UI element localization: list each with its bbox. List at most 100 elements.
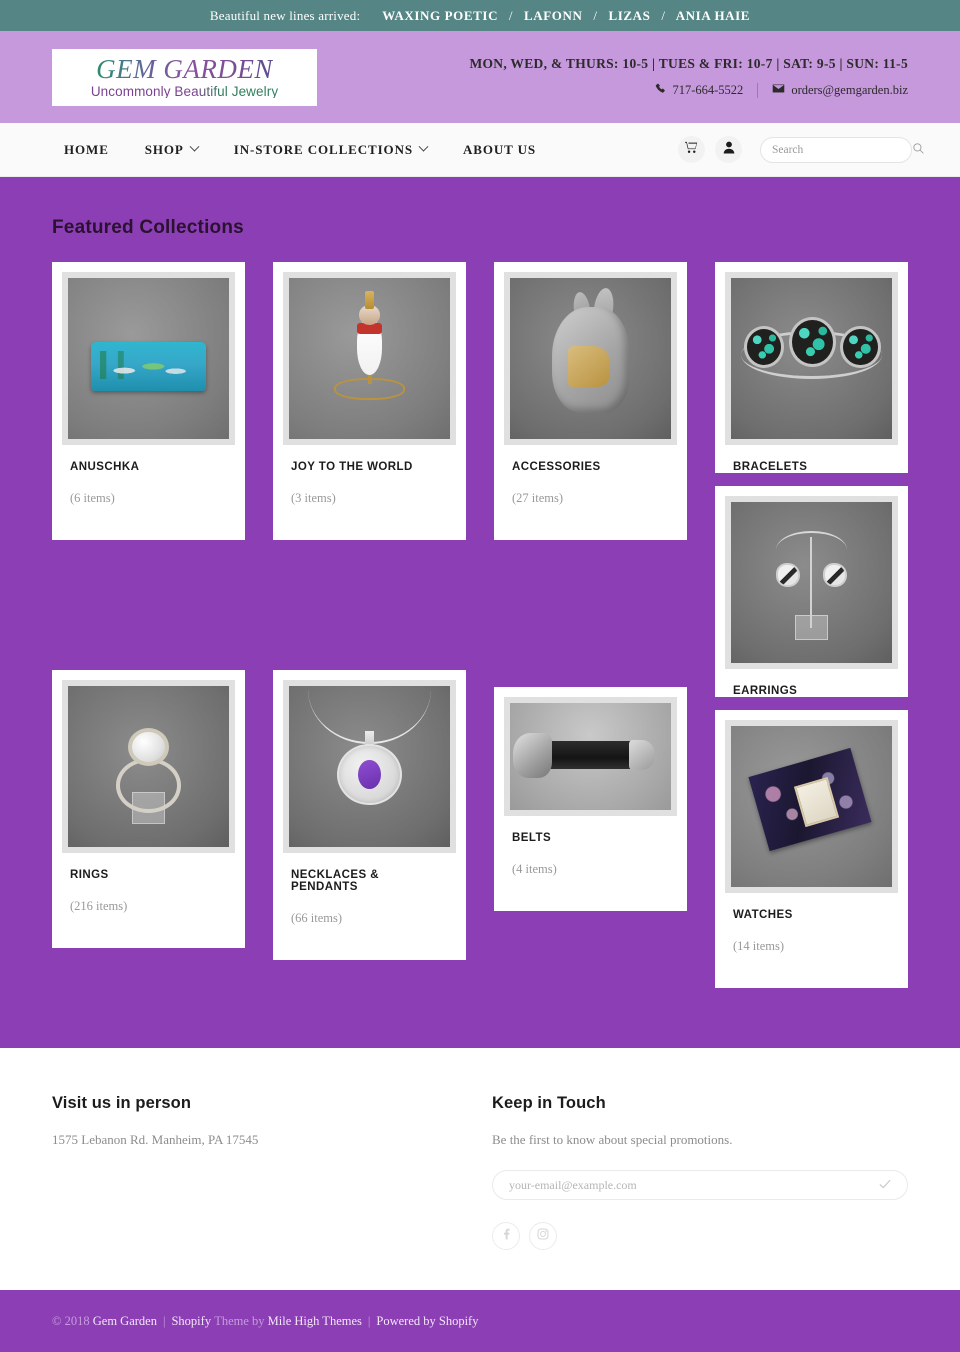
nav-item-label: SHOP xyxy=(144,141,184,157)
search-icon[interactable] xyxy=(913,141,924,159)
newsletter-email-input[interactable] xyxy=(509,1177,879,1193)
brand-link-lizas[interactable]: LIZAS xyxy=(608,8,650,23)
shopping-cart-icon xyxy=(685,141,698,159)
footer-heading-keep-in-touch: Keep in Touch xyxy=(492,1094,606,1112)
announcement-brands: WAXING POETIC / LAFONN / LIZAS / ANIA HA… xyxy=(382,8,750,24)
collection-card-necklaces-pendants[interactable]: NECKLACES & PENDANTS (66 items) xyxy=(273,670,466,960)
featured-collections-section: Featured Collections ANUSCHKA (6 items) xyxy=(0,177,960,1048)
collection-image-anuschka xyxy=(62,272,235,445)
collection-title: WATCHES xyxy=(733,909,793,921)
collection-card-watches[interactable]: WATCHES (14 items) xyxy=(715,710,908,988)
collections-column: BRACELETS EARRINGS WATCHES (14 items) xyxy=(715,262,908,988)
collection-card-earrings[interactable]: EARRINGS xyxy=(715,486,908,697)
collections-column: ANUSCHKA (6 items) RINGS (216 items) xyxy=(52,262,245,988)
powered-by-shopify-link[interactable]: Powered by Shopify xyxy=(376,1314,478,1329)
header-contact: 717-664-5522 orders@gemgarden.biz xyxy=(469,83,908,98)
collection-image-joy-to-the-world xyxy=(283,272,456,445)
collection-card-joy-to-the-world[interactable]: JOY TO THE WORLD (3 items) xyxy=(273,262,466,540)
brand-link-lafonn[interactable]: LAFONN xyxy=(524,8,583,23)
copyright-store-link[interactable]: Gem Garden xyxy=(93,1314,157,1329)
collection-image-wrap xyxy=(715,262,908,445)
collection-card-bracelets[interactable]: BRACELETS xyxy=(715,262,908,473)
checkmark-icon[interactable] xyxy=(879,1176,891,1194)
email-address: orders@gemgarden.biz xyxy=(791,83,908,97)
collection-count: (66 items) xyxy=(291,911,343,925)
brand-separator: / xyxy=(508,7,514,23)
collection-image-bracelets xyxy=(725,272,898,445)
site-header: GEM GARDEN Uncommonly Beautiful Jewelry … xyxy=(0,31,960,123)
phone-link[interactable]: 717-664-5522 xyxy=(655,83,743,98)
facebook-link[interactable] xyxy=(492,1222,520,1250)
collection-title: JOY TO THE WORLD xyxy=(291,461,413,473)
brand-link-ania-haie[interactable]: ANIA HAIE xyxy=(676,8,750,23)
site-logo[interactable]: GEM GARDEN Uncommonly Beautiful Jewelry xyxy=(52,48,317,106)
contact-divider xyxy=(757,83,759,98)
collection-image-wrap xyxy=(52,262,245,445)
collection-card-rings[interactable]: RINGS (216 items) xyxy=(52,670,245,948)
collection-card-belts[interactable]: BELTS (4 items) xyxy=(494,687,687,911)
newsletter-form[interactable] xyxy=(492,1170,908,1200)
theme-by-text: Theme by xyxy=(214,1313,265,1328)
announcement-intro: Beautiful new lines arrived: xyxy=(209,7,361,23)
collection-image-wrap xyxy=(494,687,687,816)
collection-title: RINGS xyxy=(70,869,109,881)
collection-image-necklaces-pendants xyxy=(283,680,456,853)
collection-title: ACCESSORIES xyxy=(512,461,601,473)
header-info: MON, WED, & THURS: 10-5 | TUES & FRI: 10… xyxy=(469,56,908,98)
collection-count: (4 items) xyxy=(512,861,557,876)
collection-image-belts xyxy=(504,697,677,816)
collection-image-wrap xyxy=(715,710,908,893)
nav-item-shop[interactable]: SHOP xyxy=(127,142,216,158)
cart-button[interactable] xyxy=(678,136,705,163)
footer-newsletter-column: Keep in Touch Be the first to know about… xyxy=(492,1094,908,1250)
collection-count: (3 items) xyxy=(291,491,336,505)
search-input[interactable] xyxy=(772,143,913,156)
store-address: 1575 Lebanon Rd. Manheim, PA 17545 xyxy=(52,1132,259,1147)
collection-image-rings xyxy=(62,680,235,853)
nav-actions xyxy=(678,136,924,163)
email-link[interactable]: orders@gemgarden.biz xyxy=(772,83,908,98)
nav-item-label: ABOUT US xyxy=(463,141,537,157)
collection-title: EARRINGS xyxy=(733,685,798,697)
user-account-icon xyxy=(723,141,735,159)
announcement-bar: Beautiful new lines arrived: WAXING POET… xyxy=(0,0,960,31)
search-box[interactable] xyxy=(760,136,924,163)
collection-title: BELTS xyxy=(512,831,552,844)
collection-image-accessories xyxy=(504,272,677,445)
site-footer: Visit us in person 1575 Lebanon Rd. Manh… xyxy=(0,1048,960,1290)
copyright-pipe: | xyxy=(162,1313,166,1328)
collection-count: (14 items) xyxy=(733,939,785,953)
collection-count: (216 items) xyxy=(70,899,128,913)
envelope-icon xyxy=(772,83,785,98)
theme-author-link[interactable]: Mile High Themes xyxy=(268,1314,362,1329)
logo-wordmark: GEM GARDEN xyxy=(96,53,273,84)
brand-separator: / xyxy=(661,7,666,23)
nav-item-label: HOME xyxy=(64,141,109,157)
collections-column: ACCESSORIES (27 items) BELTS (4 items) xyxy=(494,262,687,988)
logo-tagline: Uncommonly Beautiful Jewelry xyxy=(90,83,279,99)
collection-image-wrap xyxy=(715,486,908,669)
collection-image-earrings xyxy=(725,496,898,669)
chevron-down-icon xyxy=(189,141,200,152)
nav-item-in-store-collections[interactable]: IN-STORE COLLECTIONS xyxy=(216,142,445,158)
collection-image-wrap xyxy=(494,262,687,445)
chevron-down-icon xyxy=(418,141,429,152)
newsletter-description: Be the first to know about special promo… xyxy=(492,1132,733,1147)
collection-title: ANUSCHKA xyxy=(70,461,140,473)
collection-image-wrap xyxy=(52,670,245,853)
collection-card-accessories[interactable]: ACCESSORIES (27 items) xyxy=(494,262,687,540)
shopify-link[interactable]: Shopify xyxy=(171,1314,211,1329)
brand-link-waxing-poetic[interactable]: WAXING POETIC xyxy=(382,8,498,23)
nav-item-label: IN-STORE COLLECTIONS xyxy=(233,141,413,157)
copyright-year: © 2018 xyxy=(52,1313,90,1328)
instagram-link[interactable] xyxy=(529,1222,557,1250)
collection-image-watches xyxy=(725,720,898,893)
nav-item-home[interactable]: HOME xyxy=(52,142,127,158)
account-button[interactable] xyxy=(715,136,742,163)
nav-item-about-us[interactable]: ABOUT US xyxy=(445,142,554,158)
collection-card-anuschka[interactable]: ANUSCHKA (6 items) xyxy=(52,262,245,540)
copyright-pipe: | xyxy=(367,1313,371,1328)
collection-count: (27 items) xyxy=(512,491,564,505)
instagram-icon xyxy=(537,1227,549,1245)
nav-links: HOME SHOP IN-STORE COLLECTIONS ABOUT US xyxy=(52,142,554,158)
